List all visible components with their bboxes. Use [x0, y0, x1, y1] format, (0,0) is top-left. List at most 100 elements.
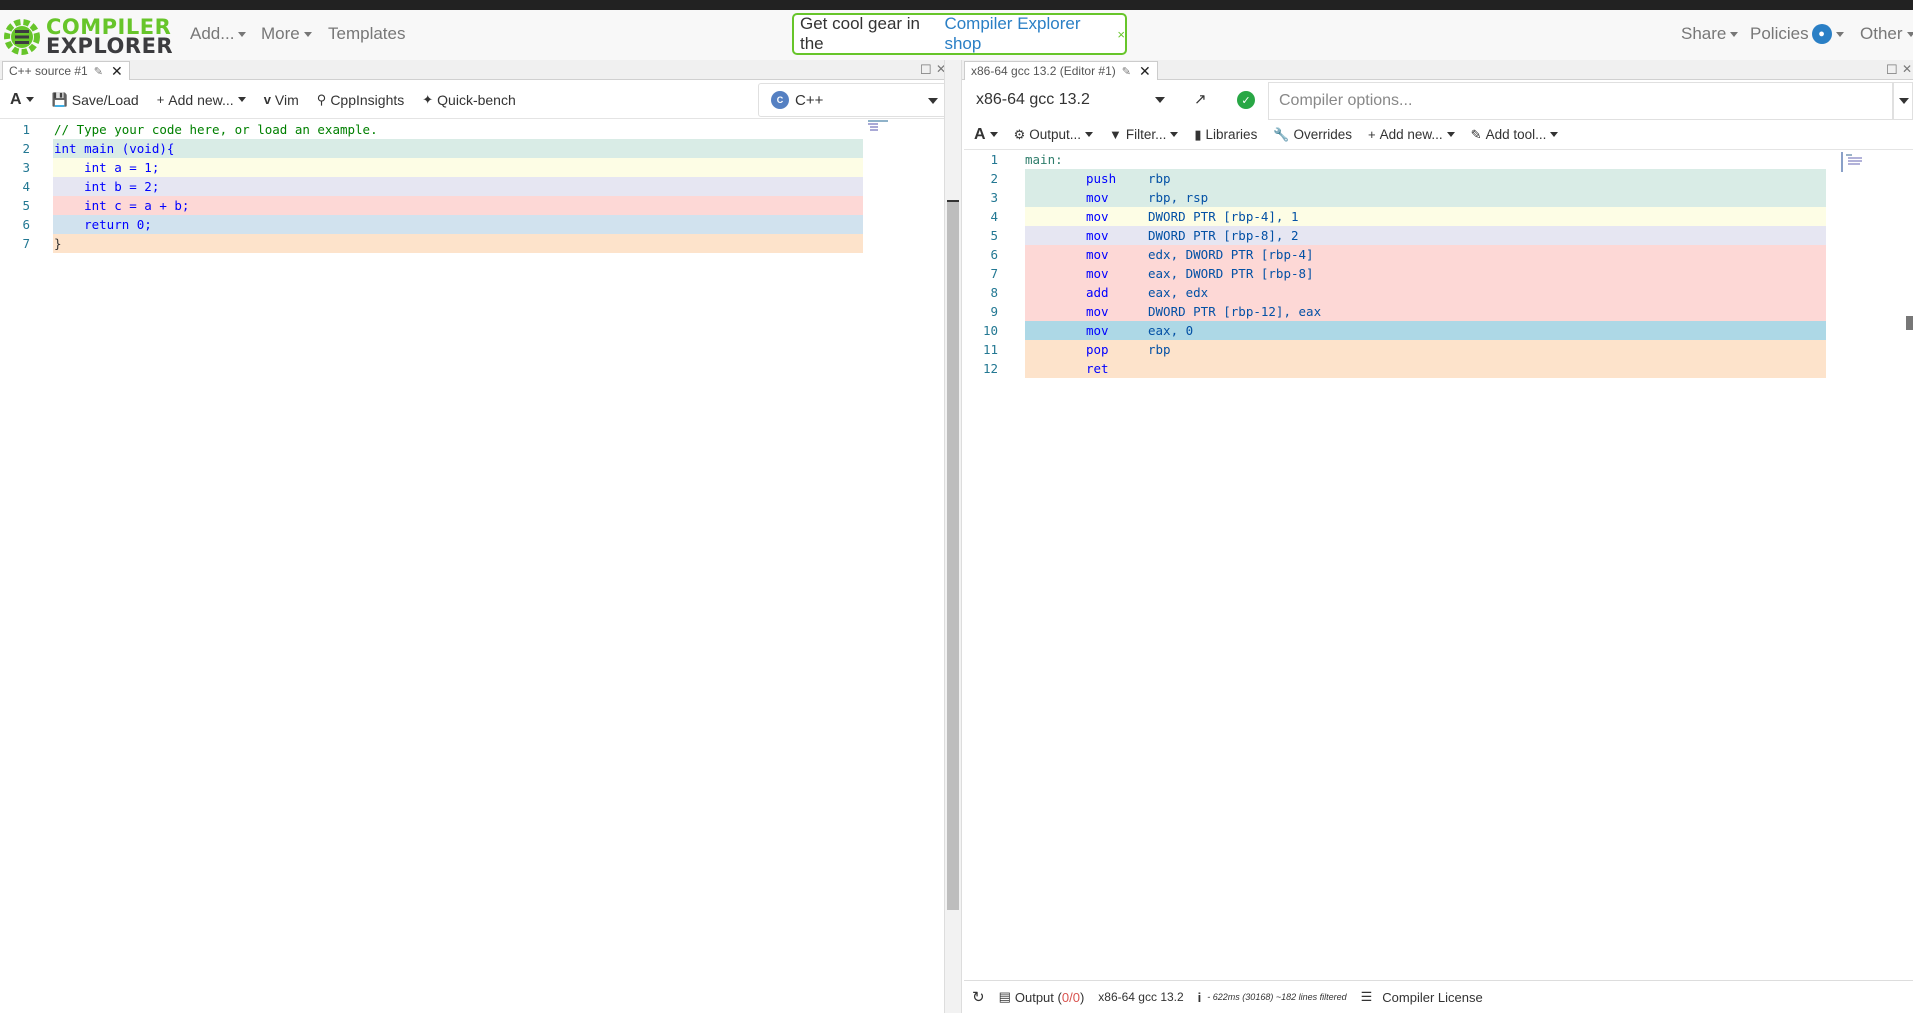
compiler-options-dropdown[interactable] [1893, 82, 1913, 120]
compiler-select[interactable]: x86-64 gcc 13.2 [966, 84, 1179, 116]
asm-operands: DWORD PTR [rbp-12], eax [1148, 304, 1322, 319]
asm-line[interactable]: 4 mov DWORD PTR [rbp-4], 1 [964, 207, 1826, 226]
chevron-down-icon [303, 31, 312, 37]
asm-line[interactable]: 8 add eax, edx [964, 283, 1826, 302]
asm-line[interactable]: 10 mov eax, 0 [964, 321, 1826, 340]
chevron-down-icon [1730, 31, 1739, 37]
info-icon[interactable]: i [1198, 990, 1202, 1005]
add-new-button[interactable]: + Add new... [157, 92, 246, 108]
close-pane-icon[interactable]: ✕ [1902, 62, 1912, 76]
compiler-license-link[interactable]: Compiler License [1382, 990, 1482, 1005]
code-line[interactable]: 6 return 0; [0, 215, 870, 234]
overrides-button[interactable]: 🔧 Overrides [1273, 127, 1352, 143]
add-tool-button[interactable]: ✎ Add tool... [1471, 127, 1559, 143]
line-number: 2 [22, 141, 30, 156]
asm-opcode: mov [1086, 304, 1109, 319]
asm-line[interactable]: 12 ret [964, 359, 1826, 378]
nav-more-label: More [261, 24, 300, 43]
source-tabbar: C++ source #1 ✎ ✕ ☐ ✕ [0, 60, 946, 80]
asm-line[interactable]: 11 pop rbp [964, 340, 1826, 359]
close-tab-icon[interactable]: ✕ [1139, 63, 1151, 80]
nav-other-menu[interactable]: Other [1860, 24, 1913, 44]
tab-compiler[interactable]: x86-64 gcc 13.2 (Editor #1) ✎ ✕ [964, 61, 1158, 80]
nav-add-label: Add... [190, 24, 235, 43]
compiler-statusbar: ↻ ▤ Output (0/0) x86-64 gcc 13.2 i - 622… [964, 980, 1913, 1013]
scrollbar-cursor-marker [947, 200, 959, 202]
add-new-button[interactable]: + Add new... [1368, 127, 1455, 142]
code-line[interactable]: 5 int c = a + b; [0, 196, 870, 215]
assembly-output[interactable]: 1 main: 2 push rbp 3 mov rbp, rsp 4 mov DWORD PTR … [964, 150, 1913, 980]
code-text: int a = 1; [54, 160, 160, 175]
shop-link[interactable]: Compiler Explorer shop [944, 14, 1111, 54]
nav-templates-link[interactable]: Templates [328, 24, 405, 44]
nav-share-menu[interactable]: Share [1681, 24, 1739, 44]
asm-line[interactable]: 2 push rbp [964, 169, 1826, 188]
code-line[interactable]: 3 int a = 1; [0, 158, 870, 177]
vertical-scrollbar[interactable] [944, 60, 962, 1013]
output-menu-button[interactable]: ⚙ Output... [1014, 127, 1093, 143]
pencil-icon[interactable]: ✎ [94, 65, 103, 78]
popout-icon[interactable]: ↗ [1194, 90, 1218, 112]
asm-minimap[interactable] [1841, 152, 1881, 172]
vim-label: Vim [274, 91, 299, 108]
logo-text-explorer: EXPLORER [46, 34, 174, 58]
asm-line[interactable]: 5 mov DWORD PTR [rbp-8], 2 [964, 226, 1826, 245]
code-line[interactable]: 2 int main (void){ [0, 139, 870, 158]
font-size-button[interactable]: A [974, 126, 998, 144]
quickbench-button[interactable]: ✦ Quick-bench [422, 92, 516, 108]
line-highlight [1025, 245, 1826, 264]
asm-operands: eax, 0 [1148, 323, 1194, 338]
chart-icon[interactable]: ☰ [1361, 989, 1373, 1005]
line-highlight [53, 234, 863, 253]
font-size-button[interactable]: A [10, 91, 34, 109]
vim-button[interactable]: v Vim [264, 92, 299, 108]
asm-operands: DWORD PTR [rbp-8], 2 [1148, 228, 1299, 243]
chevron-down-icon [1835, 31, 1844, 37]
pencil-icon[interactable]: ✎ [1122, 65, 1131, 78]
close-icon[interactable]: × [1117, 27, 1125, 42]
asm-operands: rbp [1148, 342, 1171, 357]
cpp-logo-icon: C [771, 91, 789, 109]
code-line[interactable]: 1 // Type your code here, or load an exam… [0, 120, 870, 139]
chevron-down-icon [1899, 98, 1909, 104]
save-load-button[interactable]: 💾 Save/Load [52, 92, 139, 108]
asm-opcode: mov [1086, 228, 1109, 243]
nav-add-menu[interactable]: Add... [190, 24, 247, 44]
compiler-options-input[interactable]: Compiler options... [1268, 82, 1893, 120]
plus-icon: + [1368, 127, 1376, 142]
asm-opcode: mov [1086, 247, 1109, 262]
filter-menu-button[interactable]: ▼ Filter... [1109, 127, 1179, 142]
code-line[interactable]: 4 int b = 2; [0, 177, 870, 196]
cppinsights-button[interactable]: ⚲ CppInsights [317, 92, 404, 108]
compiler-explorer-logo[interactable]: COMPILER EXPLORER [2, 15, 173, 59]
language-select[interactable]: C C++ [758, 83, 951, 117]
line-number: 1 [22, 122, 30, 137]
asm-line[interactable]: 3 mov rbp, rsp [964, 188, 1826, 207]
code-text: } [54, 236, 62, 251]
close-tab-icon[interactable]: ✕ [111, 63, 123, 80]
chevron-down-icon [1550, 132, 1559, 137]
maximize-icon[interactable]: ☐ [1886, 62, 1898, 78]
asm-line[interactable]: 6 mov edx, DWORD PTR [rbp-4] [964, 245, 1826, 264]
nav-more-menu[interactable]: More [261, 24, 312, 44]
output-end: ) [1079, 989, 1085, 1005]
asm-line[interactable]: 9 mov DWORD PTR [rbp-12], eax [964, 302, 1826, 321]
recompile-icon[interactable]: ↻ [972, 988, 985, 1006]
output-button[interactable]: ▤ Output (0/0) [999, 989, 1085, 1005]
asm-line[interactable]: 7 mov eax, DWORD PTR [rbp-8] [964, 264, 1826, 283]
code-line[interactable]: 7} [0, 234, 870, 253]
chevron-down-icon [989, 132, 998, 137]
compile-success-icon[interactable]: ✓ [1237, 91, 1255, 109]
minimap[interactable] [868, 118, 918, 134]
tab-cpp-source[interactable]: C++ source #1 ✎ ✕ [2, 61, 130, 80]
nav-policies-menu[interactable]: Policies ● [1750, 24, 1844, 44]
code-text: int main (void){ [54, 141, 175, 156]
wrench-icon: 🔧 [1273, 126, 1290, 142]
source-editor[interactable]: 1 // Type your code here, or load an exam… [0, 120, 944, 1013]
asm-line[interactable]: 1 main: [964, 150, 1824, 169]
libraries-button[interactable]: ▮ Libraries [1194, 127, 1257, 143]
bell-icon: ● [1811, 24, 1832, 44]
tab-cpp-source-label: C++ source #1 [9, 64, 88, 78]
maximize-icon[interactable]: ☐ [920, 62, 932, 78]
scrollbar-thumb[interactable] [947, 200, 959, 910]
